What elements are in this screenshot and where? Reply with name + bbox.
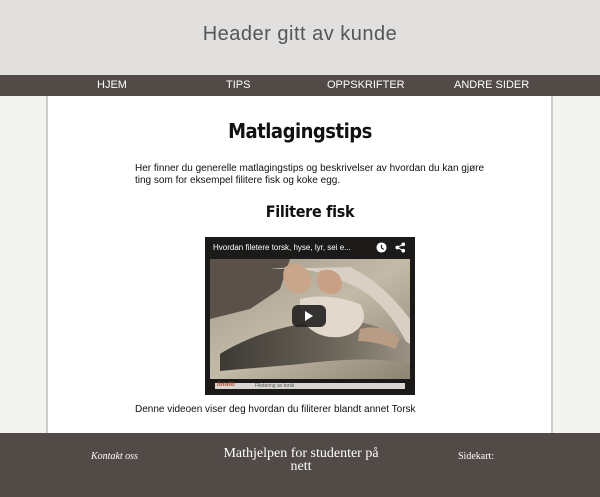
video-title[interactable]: Hvordan filetere torsk, hyse, lyr, sei e… [213,243,363,252]
play-icon [305,311,313,321]
footer-title: Mathjelpen for studenter på nett [223,446,379,474]
intro-text: Her finner du generelle matlagingstips o… [135,163,485,186]
header-title: Header gitt av kunde [202,23,398,45]
main-nav: HJEM TIPS OPPSKRIFTER ANDRE SIDER [0,75,600,96]
video-caption: Denne videoen viser deg hvordan du filit… [135,404,416,415]
watch-later-icon[interactable] [376,242,387,253]
site-footer: Kontakt oss Mathjelpen for studenter på … [0,433,600,497]
nav-item-tips[interactable]: TIPS [226,75,250,96]
section-title: Filitere fisk [265,202,355,221]
contact-link[interactable]: Kontakt oss [91,451,138,462]
video-brand-logo: howto [217,382,235,388]
video-bar-text: Filetering av torsk [255,383,295,389]
sitemap-label: Sidekart: [458,451,495,462]
site-header: Header gitt av kunde [0,0,600,75]
nav-item-oppskrifter[interactable]: OPPSKRIFTER [327,75,405,96]
video-player[interactable]: Hvordan filetere torsk, hyse, lyr, sei e… [205,237,415,395]
content-border-right [551,96,553,433]
nav-item-andre-sider[interactable]: ANDRE SIDER [454,75,529,96]
video-bottom-bar: Filetering av torsk [215,383,405,389]
page-title: Matlagingstips [228,119,372,143]
nav-item-hjem[interactable]: HJEM [97,75,127,96]
play-button[interactable] [292,305,326,327]
share-icon[interactable] [395,242,406,253]
